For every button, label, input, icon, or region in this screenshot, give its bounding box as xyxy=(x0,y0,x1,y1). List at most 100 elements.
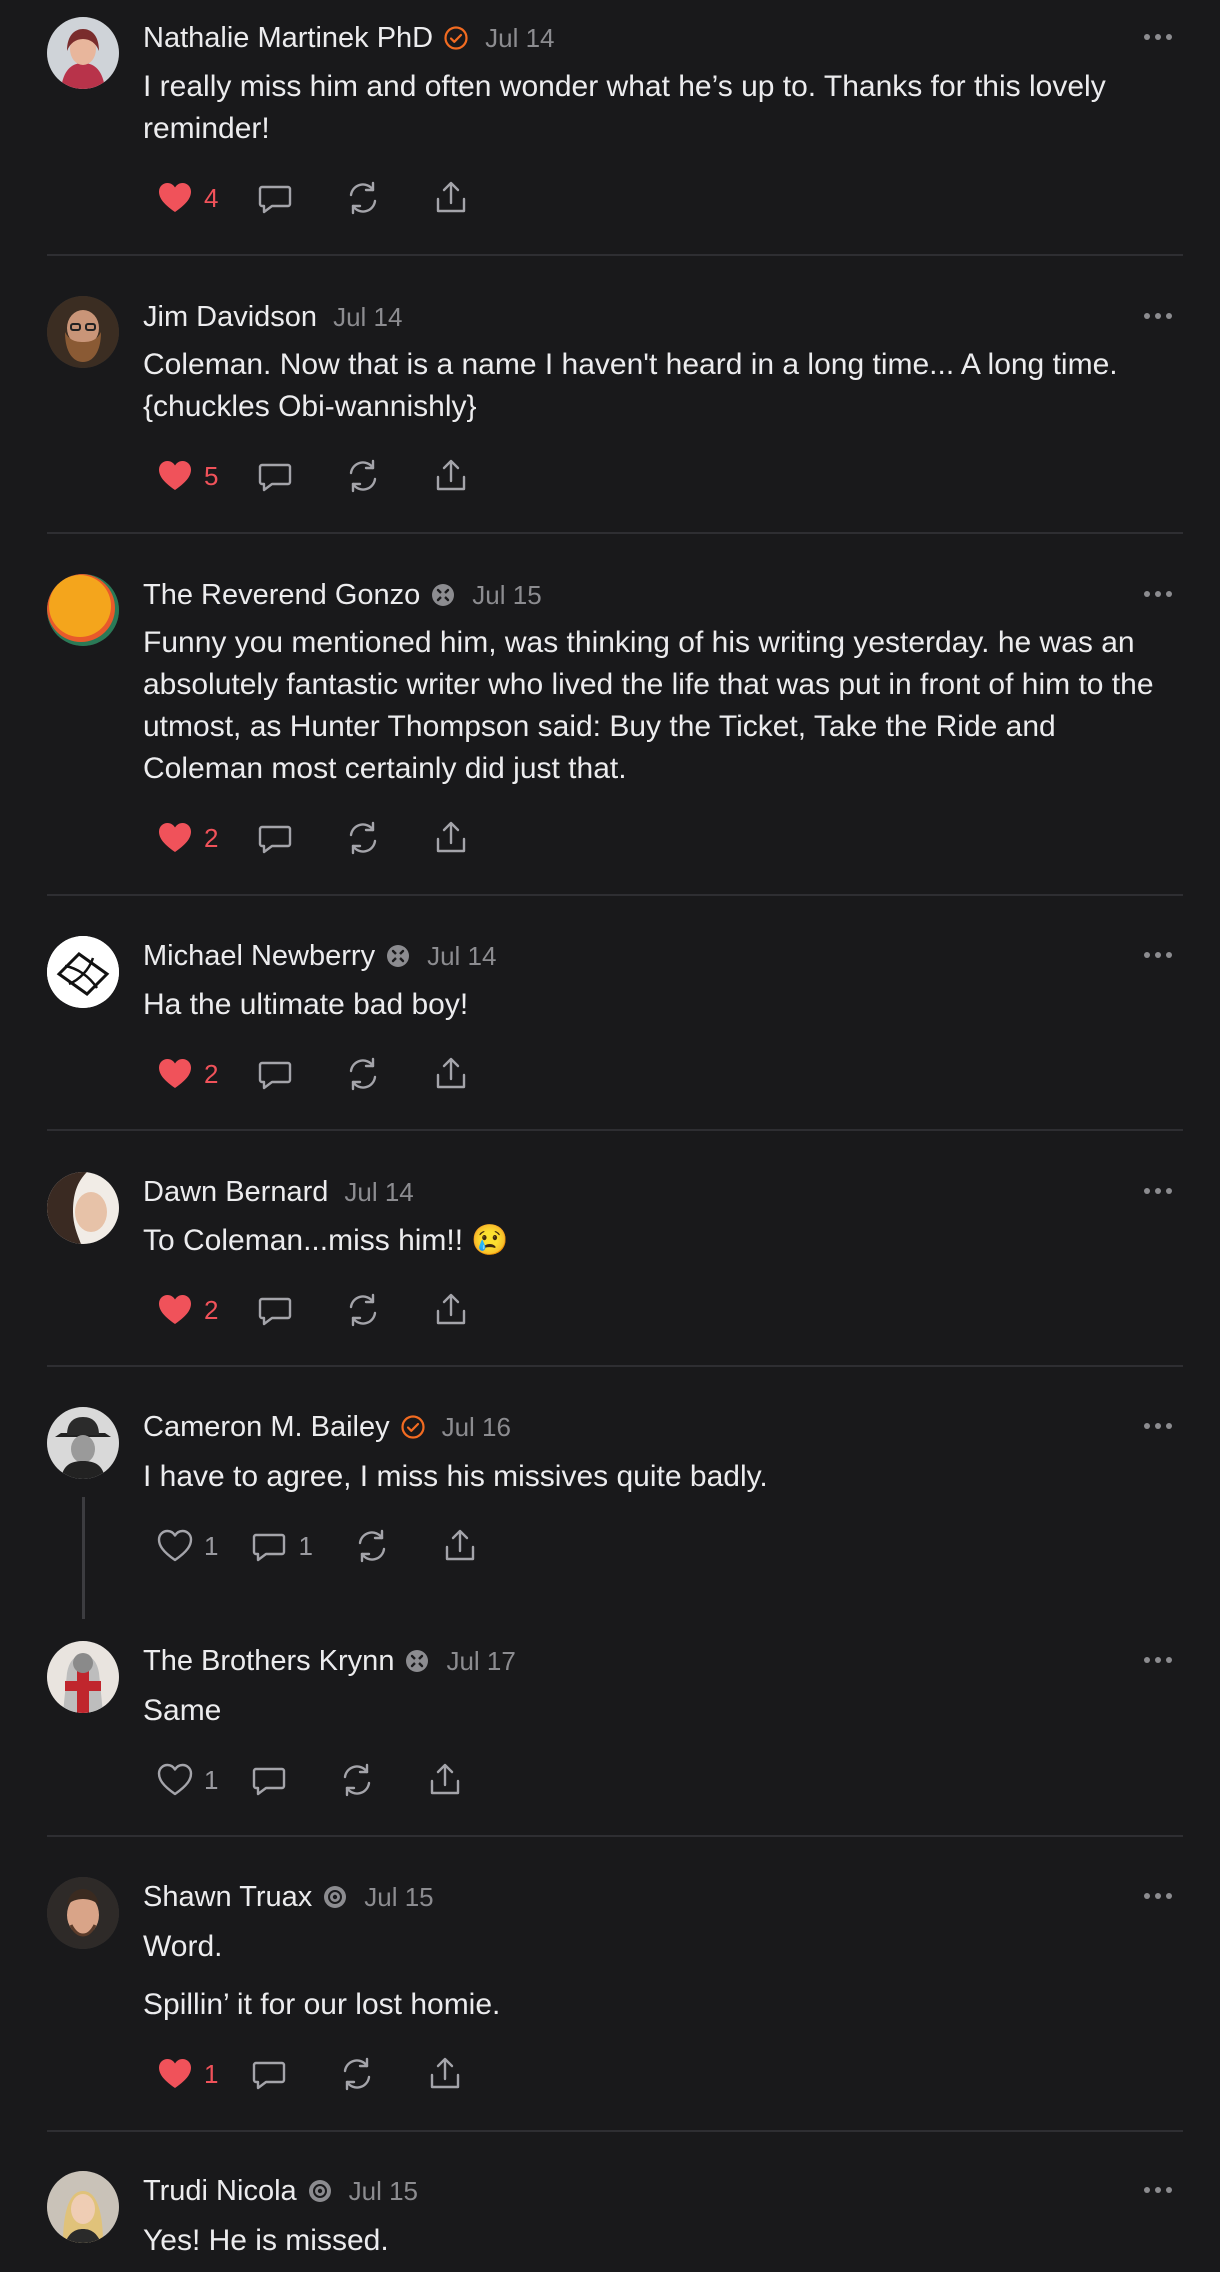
heart-outline-icon xyxy=(157,1763,193,1796)
like-button[interactable]: 2 xyxy=(156,813,218,863)
comment-header: The Reverend Gonzo Jul 15 xyxy=(143,575,542,615)
share-button[interactable] xyxy=(432,1049,470,1099)
reply-button[interactable]: 1 xyxy=(250,1521,313,1571)
verified-check-icon xyxy=(443,25,469,51)
subscriber-icon xyxy=(404,1648,430,1674)
more-options-button[interactable] xyxy=(1136,22,1180,52)
comment-body: Funny you mentioned him, was thinking of… xyxy=(143,622,1183,790)
like-button[interactable]: 1 xyxy=(156,2049,218,2099)
more-options-button[interactable] xyxy=(1136,301,1180,331)
share-button[interactable] xyxy=(441,1521,479,1571)
like-count: 4 xyxy=(204,182,219,213)
comment-actions: 2 xyxy=(143,813,470,863)
comment-date[interactable]: Jul 14 xyxy=(427,941,496,972)
author-name[interactable]: Jim Davidson xyxy=(143,301,317,334)
comment-date[interactable]: Jul 15 xyxy=(349,2176,418,2207)
heart-filled-icon xyxy=(159,2059,191,2088)
avatar[interactable] xyxy=(47,1172,119,1244)
like-button[interactable]: 4 xyxy=(156,173,218,223)
reply-button[interactable] xyxy=(256,1285,294,1335)
comment-paragraph: To Coleman...miss him!! 😢 xyxy=(143,1224,509,1257)
comment-date[interactable]: Jul 15 xyxy=(472,580,541,611)
restack-button[interactable] xyxy=(344,1285,382,1335)
share-button[interactable] xyxy=(426,1755,464,1805)
comment-body: Ha the ultimate bad boy! xyxy=(143,984,1183,1026)
share-button[interactable] xyxy=(432,173,470,223)
author-name[interactable]: Shawn Truax xyxy=(143,1881,312,1914)
like-button[interactable]: 1 xyxy=(156,1755,218,1805)
comment-date[interactable]: Jul 14 xyxy=(333,302,402,333)
restack-button[interactable] xyxy=(344,813,382,863)
like-button[interactable]: 2 xyxy=(156,1285,218,1335)
avatar[interactable] xyxy=(47,936,119,1008)
more-options-button[interactable] xyxy=(1136,1645,1180,1675)
author-name[interactable]: Michael Newberry xyxy=(143,940,375,973)
divider xyxy=(47,2130,1183,2132)
more-options-button[interactable] xyxy=(1136,2175,1180,2205)
restack-icon xyxy=(358,1529,386,1563)
author-name[interactable]: The Brothers Krynn xyxy=(143,1645,394,1678)
author-name[interactable]: Cameron M. Bailey xyxy=(143,1411,390,1444)
author-name[interactable]: The Reverend Gonzo xyxy=(143,579,420,612)
avatar[interactable] xyxy=(47,1407,119,1479)
reply-button[interactable] xyxy=(256,451,294,501)
share-icon xyxy=(445,1529,475,1561)
comment-header: Nathalie Martinek PhD Jul 14 xyxy=(143,18,555,58)
author-name[interactable]: Dawn Bernard xyxy=(143,1176,328,1209)
restack-button[interactable] xyxy=(353,1521,391,1571)
share-button[interactable] xyxy=(432,451,470,501)
restack-button[interactable] xyxy=(344,1049,382,1099)
comment-date[interactable]: Jul 14 xyxy=(344,1177,413,1208)
restack-icon xyxy=(350,459,377,493)
restack-button[interactable] xyxy=(338,1755,376,1805)
author-name[interactable]: Trudi Nicola xyxy=(143,2175,297,2208)
comment-body: Word. Spillin’ it for our lost homie. xyxy=(143,1926,1183,2026)
comment-actions: 1 xyxy=(143,1755,464,1805)
comment-actions: 5 xyxy=(143,451,470,501)
comment-date[interactable]: Jul 15 xyxy=(364,1882,433,1913)
like-button[interactable]: 2 xyxy=(156,1049,218,1099)
more-options-button[interactable] xyxy=(1136,579,1180,609)
comment-date[interactable]: Jul 14 xyxy=(485,23,554,54)
thread-line xyxy=(82,1497,85,1619)
avatar[interactable] xyxy=(47,574,119,646)
reply-button[interactable] xyxy=(250,1755,288,1805)
restack-icon xyxy=(350,1293,377,1327)
like-count: 2 xyxy=(204,1058,219,1089)
comment-header: Michael Newberry Jul 14 xyxy=(143,936,496,976)
avatar[interactable] xyxy=(47,2171,119,2243)
more-options-button[interactable] xyxy=(1136,1881,1180,1911)
share-button[interactable] xyxy=(432,1285,470,1335)
speech-bubble-icon xyxy=(253,1533,286,1562)
share-icon xyxy=(437,1057,466,1089)
reply-button[interactable] xyxy=(250,2049,288,2099)
reply-button[interactable] xyxy=(256,813,294,863)
author-name[interactable]: Nathalie Martinek PhD xyxy=(143,22,433,55)
share-button[interactable] xyxy=(426,2049,464,2099)
like-button[interactable]: 5 xyxy=(156,451,218,501)
ellipsis-icon xyxy=(1144,1893,1172,1899)
restack-button[interactable] xyxy=(344,173,382,223)
avatar[interactable] xyxy=(47,1877,119,1949)
share-button[interactable] xyxy=(432,813,470,863)
avatar[interactable] xyxy=(47,17,119,89)
more-options-button[interactable] xyxy=(1136,1411,1180,1441)
more-options-button[interactable] xyxy=(1136,940,1180,970)
reply-button[interactable] xyxy=(256,1049,294,1099)
avatar[interactable] xyxy=(47,296,119,368)
comment-date[interactable]: Jul 17 xyxy=(446,1646,515,1677)
like-button[interactable]: 1 xyxy=(156,1521,218,1571)
restack-icon xyxy=(344,1763,371,1797)
comment-actions: 1 1 xyxy=(143,1521,479,1571)
reply-button[interactable] xyxy=(256,173,294,223)
avatar[interactable] xyxy=(47,1641,119,1713)
comment-actions: 2 xyxy=(143,1049,470,1099)
more-options-button[interactable] xyxy=(1136,1176,1180,1206)
restack-button[interactable] xyxy=(344,451,382,501)
comment-date[interactable]: Jul 16 xyxy=(442,1412,511,1443)
share-icon xyxy=(437,459,466,491)
share-icon xyxy=(437,181,466,213)
like-count: 2 xyxy=(204,822,219,853)
comment-paragraph: Same xyxy=(143,1694,222,1727)
restack-button[interactable] xyxy=(338,2049,376,2099)
